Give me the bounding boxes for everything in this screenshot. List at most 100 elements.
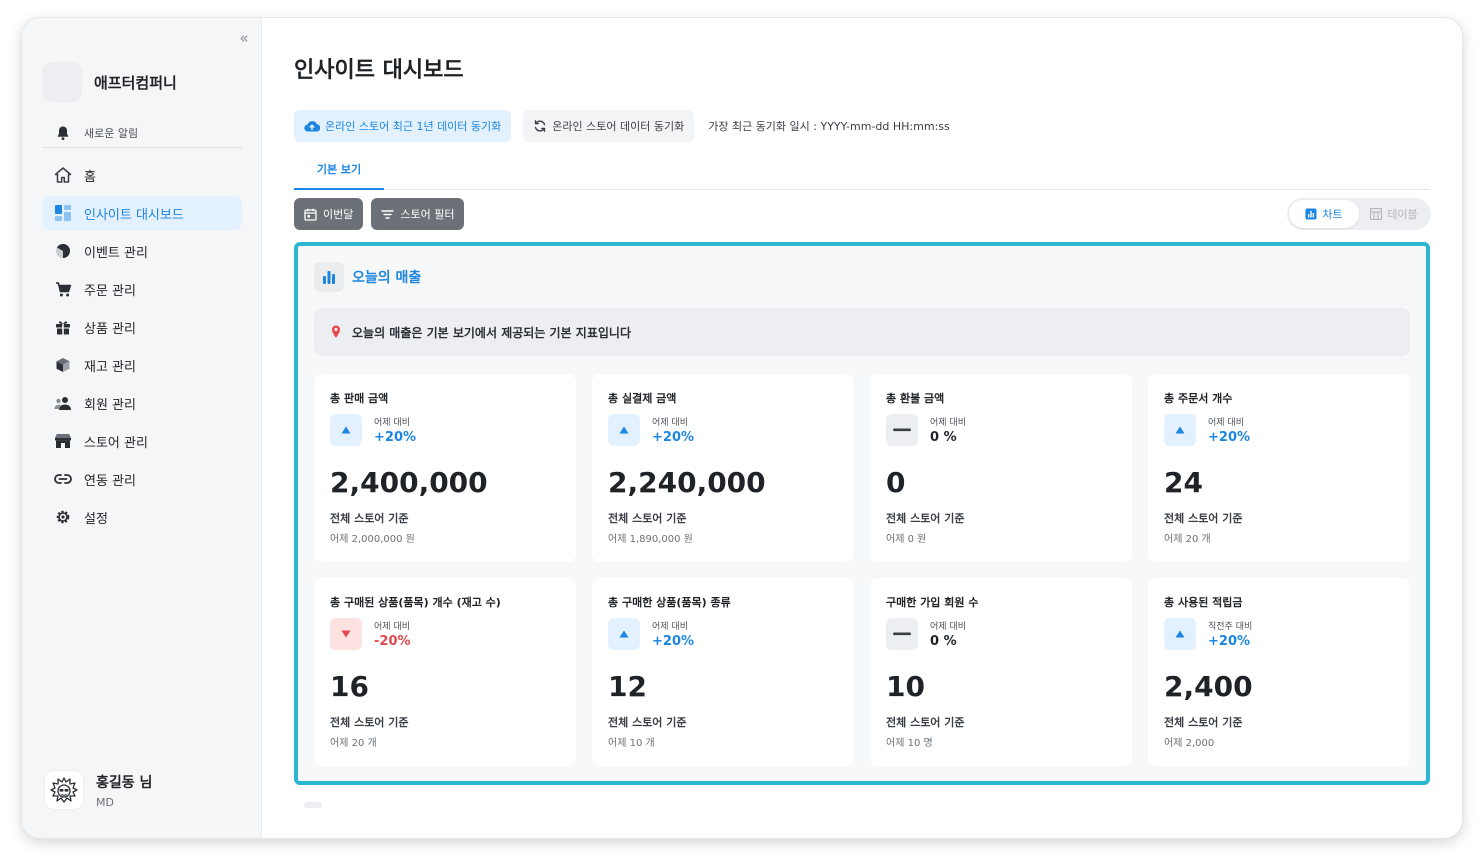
cart-icon [42,281,84,298]
sidebar-item-label: 홈 [84,169,96,185]
sidebar-item-label: 상품 관리 [84,321,136,337]
metric-delta: 어제 대비 +20% [608,414,694,446]
metric-basis: 전체 스토어 기준 [886,512,965,525]
metric-basis: 전체 스토어 기준 [1164,716,1243,729]
store-filter-button[interactable]: 스토어 필터 [371,198,465,230]
panel-title: 오늘의 매출 [352,270,422,286]
view-chart-option[interactable]: 차트 [1289,200,1359,228]
sync-year-button[interactable]: 온라인 스토어 최근 1년 데이터 동기화 [294,110,512,142]
company-header: 애프터컴퍼니 [42,62,177,102]
metric-basis: 전체 스토어 기준 [330,716,409,729]
cloud-upload-icon [304,121,320,132]
metric-title: 총 판매 금액 [330,392,389,405]
filter-toolbar: 이번달 스토어 필터 [294,198,465,230]
triangle-down-icon [330,618,362,650]
delta-value: -20% [374,634,411,649]
metric-value: 16 [330,670,369,703]
collapse-sidebar-icon[interactable]: « [234,28,254,48]
metric-delta: 어제 대비 0 % [886,618,966,650]
triangle-up-icon [1164,618,1196,650]
sidebar-nav: 홈 인사이트 대시보드 이벤트 관리 주문 관리 상품 관리 재고 관리 회원 … [42,158,242,538]
delta-compare-label: 직전주 대비 [1208,622,1253,632]
metric-title: 총 실결제 금액 [608,392,677,405]
sidebar-item-inventory[interactable]: 재고 관리 [42,348,242,382]
sidebar-item-label: 주문 관리 [84,283,136,299]
sidebar-item-label: 재고 관리 [84,359,136,375]
bell-icon [42,125,84,141]
metric-value: 24 [1164,466,1203,499]
delta-compare-label: 어제 대비 [374,622,410,632]
metric-previous: 어제 20 개 [1164,534,1211,545]
gift-icon [42,319,84,335]
metric-previous: 어제 10 명 [886,738,933,749]
period-filter-button[interactable]: 이번달 [294,198,364,230]
sidebar-item-stores[interactable]: 스토어 관리 [42,424,242,458]
view-table-option[interactable]: 테이블 [1359,200,1429,228]
delta-value: +20% [374,430,417,445]
delta-value: +20% [1208,634,1251,649]
main-content: 인사이트 대시보드 온라인 스토어 최근 1년 데이터 동기화 온라인 스토어 … [262,18,1462,838]
metric-delta: 어제 대비 +20% [608,618,694,650]
gear-icon [42,509,84,525]
sidebar-item-integrations[interactable]: 연동 관리 [42,462,242,496]
metric-card: 구매한 가입 회원 수 어제 대비 0 % 10 전체 스토어 기준 어제 10… [870,578,1132,766]
sidebar-item-settings[interactable]: 설정 [42,500,242,534]
metric-delta: 어제 대비 +20% [330,414,416,446]
company-name: 애프터컴퍼니 [94,73,177,92]
sidebar: « 애프터컴퍼니 새로운 알림 홈 인사이트 대시보드 이벤트 관리 주문 관리… [22,18,262,838]
delta-value: 0 % [930,634,957,649]
today-sales-panel: 오늘의 매출 오늘의 매출은 기본 보기에서 제공되는 기본 지표입니다 총 판… [294,242,1430,785]
metric-card: 총 구매된 상품(품목) 개수 (재고 수) 어제 대비 -20% 16 전체 … [314,578,576,766]
sync-button[interactable]: 온라인 스토어 데이터 동기화 [523,110,695,142]
sidebar-item-products[interactable]: 상품 관리 [42,310,242,344]
metric-title: 총 주문서 개수 [1164,392,1233,405]
metrics-grid: 총 판매 금액 어제 대비 +20% 2,400,000 전체 스토어 기준 어… [314,374,1410,766]
refresh-icon [535,120,546,132]
metric-value: 12 [608,670,647,703]
view-tabs: 기본 보기 [294,158,1430,190]
store-icon [42,433,84,449]
page-title: 인사이트 대시보드 [294,58,464,83]
sidebar-item-orders[interactable]: 주문 관리 [42,272,242,306]
company-logo [42,62,82,102]
chart-bars-icon [314,262,344,292]
notification-item[interactable]: 새로운 알림 [42,118,242,148]
delta-compare-label: 어제 대비 [652,622,688,632]
delta-compare-label: 어제 대비 [374,418,410,428]
user-profile[interactable]: 홍길동 님 MD [44,770,152,810]
dash-icon [886,414,918,446]
calendar-icon [304,208,317,221]
metric-card: 총 판매 금액 어제 대비 +20% 2,400,000 전체 스토어 기준 어… [314,374,576,562]
delta-compare-label: 어제 대비 [652,418,688,428]
info-banner: 오늘의 매출은 기본 보기에서 제공되는 기본 지표입니다 [314,308,1410,356]
sidebar-item-insight-dashboard[interactable]: 인사이트 대시보드 [42,196,242,230]
triangle-up-icon [1164,414,1196,446]
sync-year-label: 온라인 스토어 최근 1년 데이터 동기화 [325,120,502,133]
delta-compare-label: 어제 대비 [930,418,966,428]
sidebar-item-label: 스토어 관리 [84,435,148,451]
metric-basis: 전체 스토어 기준 [330,512,409,525]
metric-title: 총 구매된 상품(품목) 개수 (재고 수) [330,596,501,609]
sidebar-item-home[interactable]: 홈 [42,158,242,192]
metric-card: 총 구매한 상품(품목) 종류 어제 대비 +20% 12 전체 스토어 기준 … [592,578,854,766]
users-icon [42,395,84,411]
sidebar-item-label: 회원 관리 [84,397,136,413]
sidebar-item-members[interactable]: 회원 관리 [42,386,242,420]
triangle-up-icon [330,414,362,446]
metric-value: 2,400,000 [330,466,488,499]
metric-delta: 어제 대비 +20% [1164,414,1250,446]
avatar [44,770,84,810]
metric-delta: 직전주 대비 +20% [1164,618,1252,650]
avatar-illustration-icon [50,777,78,803]
sidebar-item-events[interactable]: 이벤트 관리 [42,234,242,268]
metric-delta: 어제 대비 -20% [330,618,411,650]
dashboard-icon [42,205,84,221]
app-window: « 애프터컴퍼니 새로운 알림 홈 인사이트 대시보드 이벤트 관리 주문 관리… [22,18,1462,838]
tab-basic-view[interactable]: 기본 보기 [294,158,384,190]
delta-compare-label: 어제 대비 [930,622,966,632]
home-icon [42,166,84,184]
last-sync-time: 가장 최근 동기화 일시 : YYYY-mm-dd HH:mm:ss [708,120,950,133]
view-mode-toggle: 차트 테이블 [1287,198,1431,230]
metric-title: 총 환불 금액 [886,392,945,405]
delta-compare-label: 어제 대비 [1208,418,1244,428]
